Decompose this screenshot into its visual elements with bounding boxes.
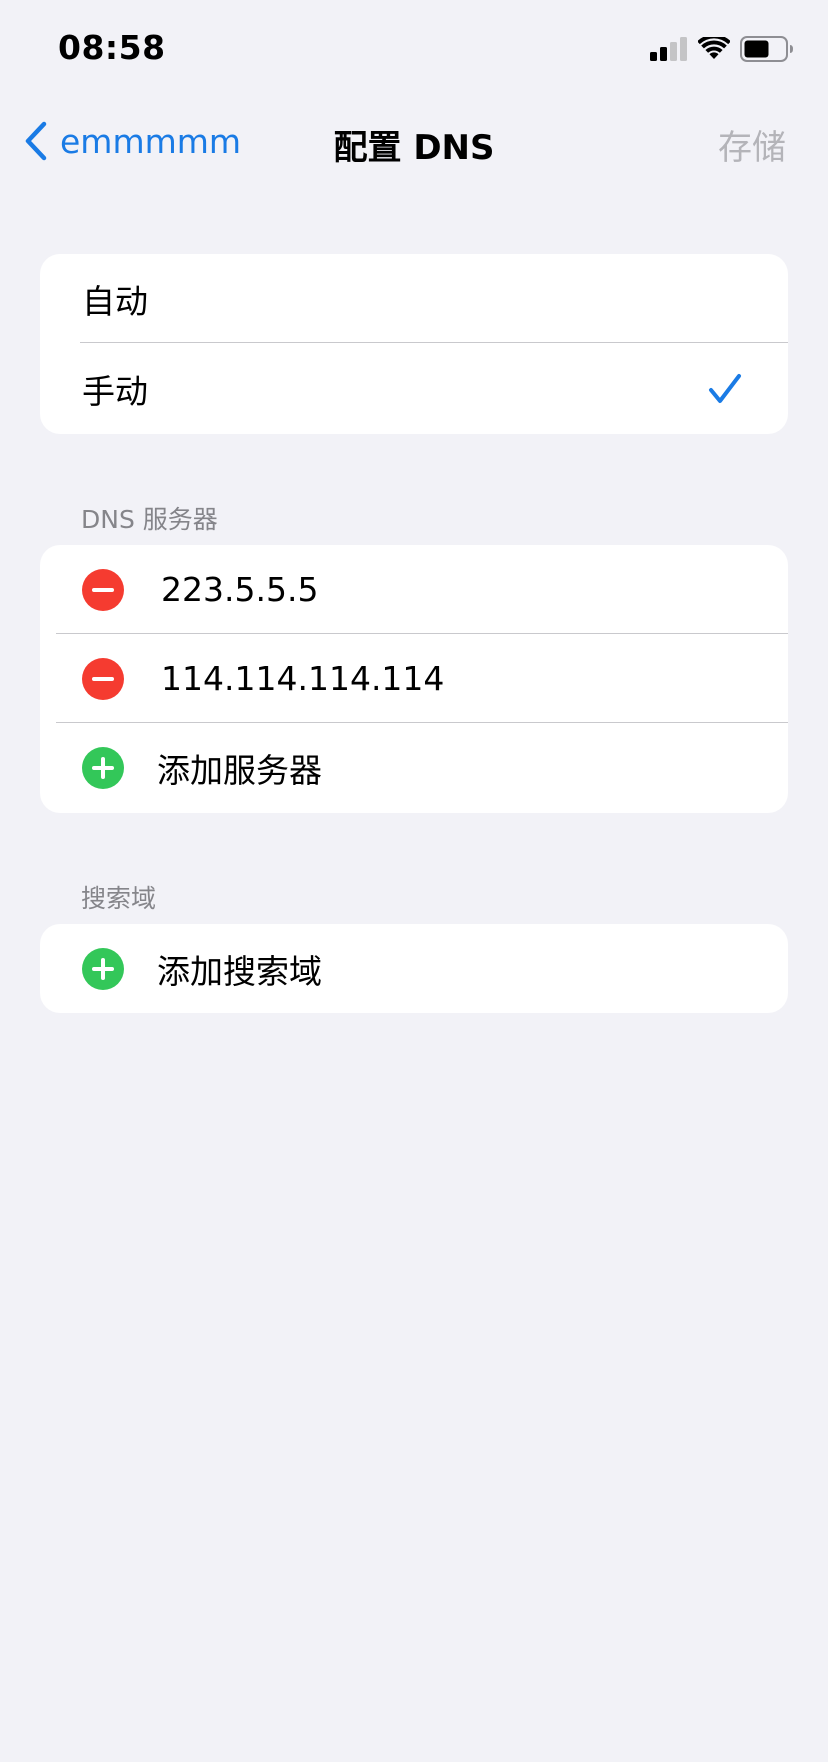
dns-server-row: 114.114.114.114 bbox=[40, 634, 788, 723]
dns-mode-group: 自动 手动 bbox=[40, 254, 788, 434]
option-manual-label: 手动 bbox=[82, 371, 148, 411]
plus-icon bbox=[92, 757, 114, 779]
search-domains-group: 添加搜索域 bbox=[40, 924, 788, 1013]
status-bar: 08:58 bbox=[0, 0, 828, 100]
page-title: 配置 DNS bbox=[333, 128, 495, 168]
add-server-label: 添加服务器 bbox=[157, 751, 322, 790]
dns-servers-header: DNS 服务器 bbox=[81, 505, 218, 534]
add-search-domain-label: 添加搜索域 bbox=[157, 951, 322, 991]
checkmark-icon bbox=[709, 373, 741, 403]
dns-servers-group: 223.5.5.5 114.114.114.114 添加服务器 bbox=[40, 545, 788, 813]
add-search-domain-button[interactable] bbox=[82, 947, 124, 990]
add-search-domain-row[interactable]: 添加搜索域 bbox=[40, 924, 788, 1013]
add-server-button[interactable] bbox=[82, 747, 124, 789]
option-automatic-label: 自动 bbox=[82, 281, 148, 321]
option-manual[interactable]: 手动 bbox=[40, 343, 788, 434]
minus-icon bbox=[92, 587, 114, 592]
cellular-signal-icon bbox=[650, 37, 687, 61]
remove-server-button[interactable] bbox=[82, 657, 124, 700]
plus-icon bbox=[92, 957, 114, 980]
dns-server-row: 223.5.5.5 bbox=[40, 545, 788, 634]
status-time: 08:58 bbox=[58, 28, 166, 67]
search-domains-header: 搜索域 bbox=[81, 884, 157, 913]
remove-server-button[interactable] bbox=[82, 568, 124, 611]
dns-server-address[interactable]: 223.5.5.5 bbox=[161, 570, 318, 609]
option-automatic[interactable]: 自动 bbox=[40, 254, 788, 343]
dns-server-address[interactable]: 114.114.114.114 bbox=[161, 659, 444, 698]
save-button[interactable]: 存储 bbox=[718, 120, 786, 169]
add-server-row[interactable]: 添加服务器 bbox=[40, 723, 788, 813]
battery-icon bbox=[740, 36, 793, 62]
minus-icon bbox=[92, 676, 114, 681]
navigation-bar: emmmmm 配置 DNS 存储 bbox=[0, 100, 828, 182]
status-icons bbox=[650, 36, 794, 62]
wifi-icon bbox=[698, 37, 730, 59]
